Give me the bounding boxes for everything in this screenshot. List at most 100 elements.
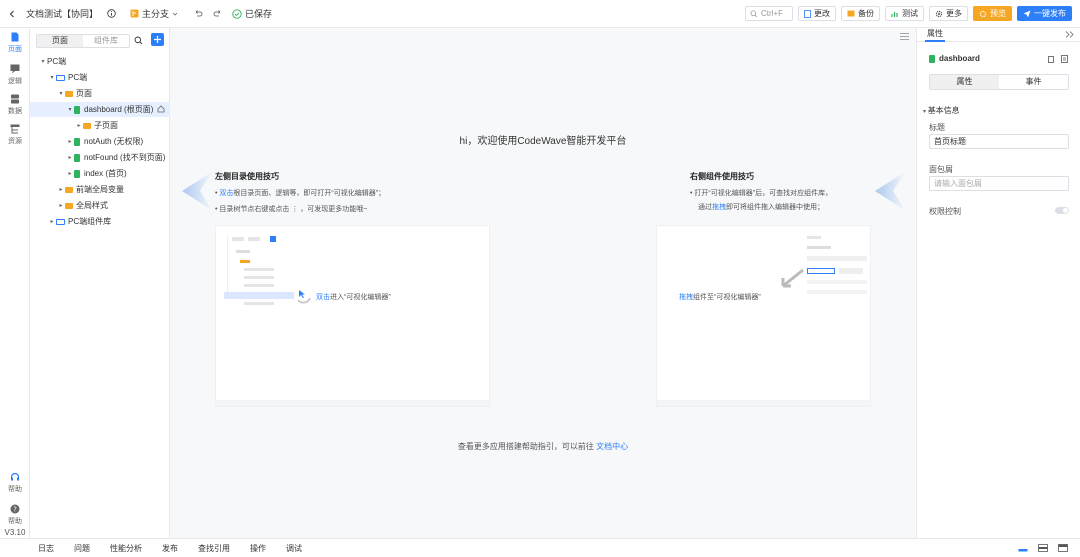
document-icon <box>804 9 811 18</box>
gear-icon <box>979 10 987 17</box>
tree-row[interactable]: ▸ 子页面 <box>30 118 170 133</box>
tree-row-label: PC端 <box>47 57 67 66</box>
database-icon <box>11 94 19 104</box>
page-icon <box>11 32 19 42</box>
redo-button[interactable] <box>213 9 222 18</box>
monitor-icon <box>56 74 65 81</box>
right-tip-1: • 打开“可视化编辑器”后，可查找对应组件库， <box>690 190 833 197</box>
publish-button[interactable]: 一键发布 <box>1017 6 1072 21</box>
bottom-tab[interactable]: 操作 <box>250 543 266 554</box>
layout-full-icon[interactable] <box>1058 544 1068 552</box>
tab-pages[interactable]: 页面 <box>37 35 83 47</box>
bottom-tab[interactable]: 发布 <box>162 543 178 554</box>
page-icon <box>74 153 80 162</box>
rail-item-resources[interactable]: 资源 <box>0 124 30 146</box>
project-title: 文档测试【协同】 <box>26 7 116 20</box>
copy-icon[interactable] <box>1047 55 1055 63</box>
right-tip-illustration: 拖拽组件至“可视化编辑器” <box>656 225 871 407</box>
caret-right-icon[interactable]: ▸ <box>57 202 65 209</box>
branch-icon <box>130 9 139 18</box>
subtab-properties[interactable]: 属性 <box>930 75 999 89</box>
search-button[interactable]: Ctrl+F <box>745 6 793 21</box>
illustration-mini-props <box>807 236 867 316</box>
change-button[interactable]: 更改 <box>798 6 836 21</box>
backup-button[interactable]: 备份 <box>841 6 880 21</box>
tree-row[interactable]: ▸ PC端组件库 <box>30 214 170 229</box>
logic-icon <box>10 64 20 74</box>
caret-right-icon[interactable]: ▸ <box>66 138 74 145</box>
search-icon[interactable] <box>134 36 143 45</box>
test-button[interactable]: 测试 <box>885 6 924 21</box>
help-icon: ? <box>10 504 20 514</box>
caret-right-icon[interactable]: ▸ <box>48 218 56 225</box>
tab-components[interactable]: 组件库 <box>83 35 129 47</box>
rail-item-logic[interactable]: 逻辑 <box>0 64 30 86</box>
right-illustration-caption: 拖拽组件至“可视化编辑器” <box>679 294 761 301</box>
tree-row-label: PC端 <box>68 73 88 82</box>
rail-item-help[interactable]: ? 帮助 <box>0 504 30 526</box>
tree-row-label: notAuth (无权限) <box>84 137 144 146</box>
permission-toggle[interactable] <box>1055 207 1069 214</box>
rail-item-pages[interactable]: 页面 <box>0 32 30 54</box>
home-icon <box>157 104 165 115</box>
tree-row[interactable]: ▾ 页面 <box>30 86 170 101</box>
rail-item-data[interactable]: 数据 <box>0 94 30 116</box>
tree-row[interactable]: ▾ PC端 <box>30 54 170 69</box>
caret-right-icon[interactable]: ▸ <box>57 186 65 193</box>
bottom-tab[interactable]: 查找引用 <box>198 543 230 554</box>
layout-toggles <box>1018 544 1080 552</box>
caret-down-icon[interactable]: ▾ <box>66 106 74 113</box>
caret-right-icon[interactable]: ▸ <box>66 170 74 177</box>
left-tip-2: • 目录树节点右键或点击 ⋮ ，可发现更多功能哦~ <box>215 206 368 213</box>
caret-down-icon[interactable]: ▾ <box>48 74 56 81</box>
welcome-title: hi，欢迎使用CodeWave智能开发平台 <box>459 136 627 147</box>
caret-right-icon[interactable]: ▸ <box>66 154 74 161</box>
more-button[interactable]: 更多 <box>929 6 968 21</box>
tree-row-label: PC端组件库 <box>68 217 112 226</box>
property-tabs: 属性 <box>917 28 1080 42</box>
tree-row[interactable]: ▸ notFound (找不到页面) <box>30 150 170 165</box>
bottom-tab[interactable]: 日志 <box>38 543 54 554</box>
layout-bottom-icon[interactable] <box>1018 544 1028 552</box>
tree-row[interactable]: ▸ 前端全局变量 <box>30 182 170 197</box>
rail-item-support[interactable]: 帮助 <box>0 472 30 494</box>
left-illustration-caption: 双击进入“可视化编辑器” <box>316 294 391 301</box>
undo-icon <box>195 10 203 17</box>
ide-app: 文档测试【协同】 主分支 已保存 Ctrl+F 更改 备份 测试 更多 预览 一… <box>0 0 1080 557</box>
crumb-label: 面包屑 <box>929 165 953 174</box>
bottom-tab[interactable]: 性能分析 <box>110 543 142 554</box>
section-basic-info[interactable]: ▾ 基本信息 <box>923 105 960 116</box>
preview-button[interactable]: 预览 <box>973 6 1012 21</box>
tab-properties[interactable]: 属性 <box>925 27 945 42</box>
tree-row[interactable]: ▾ PC端 <box>30 70 170 85</box>
tree-row[interactable]: ▾ dashboard (根页面) <box>30 102 170 117</box>
branch-selector[interactable]: 主分支 <box>130 7 178 20</box>
tree-row[interactable]: ▸ notAuth (无权限) <box>30 134 170 149</box>
doc-edit-icon[interactable] <box>1061 54 1069 63</box>
collapse-icon[interactable] <box>1065 31 1074 38</box>
page-icon <box>74 169 80 178</box>
crumb-input[interactable]: 请输入面包屑 <box>929 176 1069 191</box>
tree-row[interactable]: ▸ index (首页) <box>30 166 170 181</box>
docs-footer: 查看更多应用搭建帮助指引，可以前往 文档中心 <box>457 442 629 451</box>
docs-center-link[interactable]: 文档中心 <box>596 442 628 451</box>
caret-down-icon[interactable]: ▾ <box>39 58 47 65</box>
chevron-left-icon <box>9 10 14 17</box>
subtab-events[interactable]: 事件 <box>999 75 1068 89</box>
left-tip-1: • 双击根目录页面、逻辑等，即可打开“可视化编辑器”； <box>215 190 386 197</box>
bottom-tab[interactable]: 调试 <box>286 543 302 554</box>
list-toggle-icon[interactable] <box>900 33 909 40</box>
title-input[interactable]: 首页标题 <box>929 134 1069 149</box>
undo-button[interactable] <box>194 9 203 18</box>
caret-down-icon[interactable]: ▾ <box>57 90 65 97</box>
bottom-tab[interactable]: 问题 <box>74 543 90 554</box>
right-tips-title: 右侧组件使用技巧 <box>690 172 754 181</box>
back-button[interactable] <box>8 10 16 18</box>
layout-middle-icon[interactable] <box>1038 544 1048 552</box>
tree-row[interactable]: ▸ 全局样式 <box>30 198 170 213</box>
add-button[interactable] <box>151 33 164 46</box>
info-icon[interactable] <box>107 9 116 18</box>
drag-arrow-icon <box>781 268 804 288</box>
left-tip-illustration: 双击进入“可视化编辑器” <box>215 225 490 407</box>
caret-right-icon[interactable]: ▸ <box>75 122 83 129</box>
